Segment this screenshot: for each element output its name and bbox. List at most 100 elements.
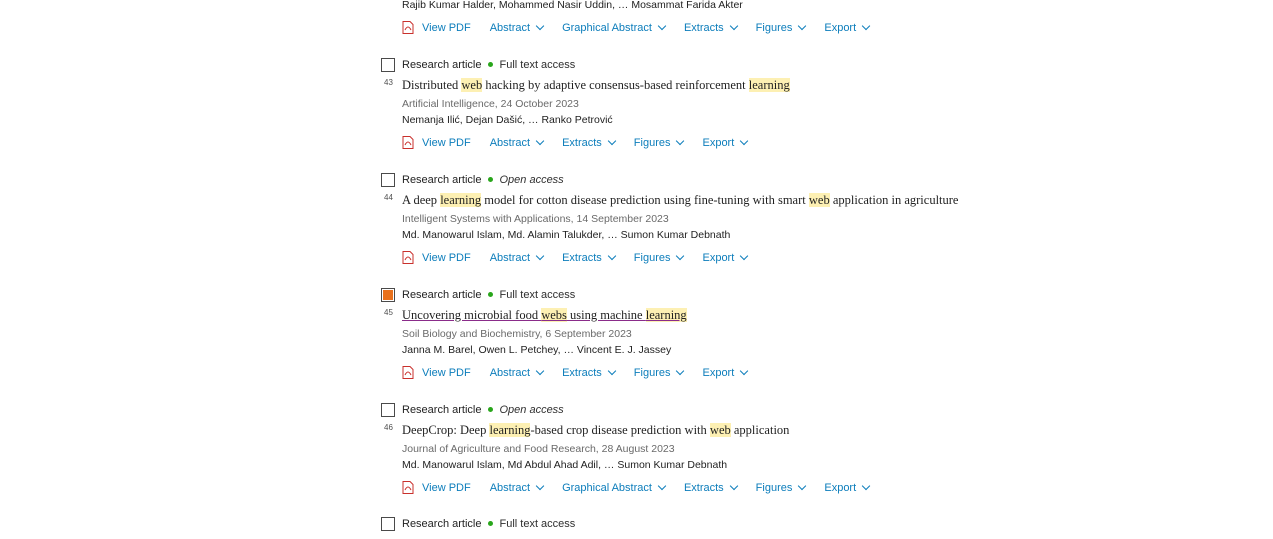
- title-part: Distributed: [402, 78, 462, 92]
- pdf-icon: [402, 21, 414, 34]
- abstract-toggle[interactable]: Abstract: [489, 481, 545, 494]
- extracts-label: Extracts: [683, 481, 724, 494]
- article-type-label: Research article: [402, 59, 482, 71]
- title-highlight: web: [808, 193, 830, 207]
- graphical-abstract-label: Graphical Abstract: [562, 481, 652, 494]
- abstract-toggle[interactable]: Abstract: [489, 251, 545, 264]
- article-title-link[interactable]: A deep learning model for cotton disease…: [402, 193, 958, 208]
- chevron-down-icon: [740, 251, 749, 260]
- access-dot-icon: [488, 62, 494, 68]
- article-title-link[interactable]: DeepCrop: Deep learning-based crop disea…: [402, 423, 789, 438]
- title-part: Uncovering microbial food: [402, 308, 542, 322]
- result-number: 45: [384, 308, 393, 317]
- article-title-link[interactable]: Distributed web hacking by adaptive cons…: [402, 78, 790, 93]
- export-toggle[interactable]: Export: [702, 251, 749, 264]
- journal-info: Soil Biology and Biochemistry, 6 Septemb…: [402, 328, 632, 340]
- figures-toggle[interactable]: Figures: [755, 481, 807, 494]
- chevron-down-icon: [676, 136, 685, 145]
- view-pdf-link[interactable]: View PDF: [402, 251, 471, 264]
- chevron-down-icon: [535, 481, 545, 490]
- chevron-down-icon: [798, 21, 807, 30]
- figures-label: Figures: [755, 481, 793, 494]
- chevron-down-icon: [676, 251, 685, 260]
- view-pdf-link[interactable]: View PDF: [402, 21, 471, 34]
- chevron-down-icon: [607, 251, 617, 260]
- title-highlight: learning: [645, 308, 687, 322]
- access-label: Open access: [499, 174, 564, 186]
- figures-toggle[interactable]: Figures: [755, 21, 807, 34]
- abstract-toggle[interactable]: Abstract: [490, 136, 545, 149]
- figures-toggle[interactable]: Figures: [634, 366, 685, 379]
- title-highlight: web: [709, 423, 731, 437]
- export-toggle[interactable]: Export: [702, 366, 749, 379]
- select-checkbox[interactable]: [381, 403, 395, 417]
- graphical-abstract-toggle[interactable]: Graphical Abstract: [562, 21, 667, 34]
- article-type: Research article Open access: [402, 404, 564, 416]
- extracts-toggle[interactable]: Extracts: [562, 136, 617, 149]
- view-pdf-label: View PDF: [422, 136, 471, 149]
- view-pdf-label: View PDF: [422, 481, 471, 494]
- authors: Janna M. Barel, Owen L. Petchey, … Vince…: [402, 344, 672, 356]
- figures-label: Figures: [633, 136, 671, 149]
- abstract-label: Abstract: [489, 481, 531, 494]
- access-dot-icon: [488, 521, 494, 527]
- article-type: Research article Full text access: [402, 518, 575, 530]
- result-item: 45 Research article Full text access Unco…: [381, 288, 1261, 379]
- access-dot-icon: [488, 292, 494, 298]
- graphical-abstract-label: Graphical Abstract: [562, 21, 652, 34]
- article-type-label: Research article: [402, 289, 482, 301]
- figures-toggle[interactable]: Figures: [633, 136, 685, 149]
- article-type-label: Research article: [402, 174, 482, 186]
- actions-bar: View PDF Abstract Extracts Figures Expor…: [402, 366, 766, 379]
- extracts-label: Extracts: [683, 21, 724, 34]
- export-toggle[interactable]: Export: [702, 136, 749, 149]
- title-part: model for cotton disease prediction usin…: [481, 193, 809, 207]
- export-toggle[interactable]: Export: [824, 21, 871, 34]
- select-checkbox[interactable]: [381, 58, 395, 72]
- title-part: hacking by adaptive consensus-based rein…: [482, 78, 749, 92]
- extracts-toggle[interactable]: Extracts: [683, 21, 738, 34]
- abstract-toggle[interactable]: Abstract: [490, 21, 545, 34]
- result-number: 46: [384, 423, 393, 432]
- result-number: 44: [384, 193, 393, 202]
- result-item: 44 Research article Open access A deep le…: [381, 173, 1261, 264]
- select-checkbox[interactable]: [381, 517, 395, 531]
- export-label: Export: [824, 481, 857, 494]
- figures-label: Figures: [755, 21, 793, 34]
- abstract-label: Abstract: [489, 251, 531, 264]
- export-label: Export: [702, 251, 735, 264]
- result-number: 43: [384, 78, 393, 87]
- figures-label: Figures: [633, 251, 671, 264]
- title-highlight: web: [461, 78, 483, 92]
- article-title-link[interactable]: Uncovering microbial food webs using mac…: [402, 308, 687, 323]
- title-highlight: learning: [489, 423, 531, 437]
- figures-toggle[interactable]: Figures: [633, 251, 685, 264]
- extracts-toggle[interactable]: Extracts: [562, 366, 617, 379]
- chevron-down-icon: [740, 136, 749, 145]
- chevron-down-icon: [798, 481, 807, 490]
- chevron-down-icon: [729, 21, 738, 30]
- pdf-icon: [402, 481, 414, 494]
- access-dot-icon: [488, 177, 494, 183]
- graphical-abstract-toggle[interactable]: Graphical Abstract: [562, 481, 667, 494]
- actions-bar: View PDF Abstract Extracts Figures Expor…: [402, 136, 766, 149]
- chevron-down-icon: [535, 136, 545, 145]
- extracts-toggle[interactable]: Extracts: [683, 481, 738, 494]
- abstract-label: Abstract: [489, 366, 531, 379]
- abstract-toggle[interactable]: Abstract: [489, 366, 545, 379]
- view-pdf-link[interactable]: View PDF: [402, 366, 471, 379]
- export-label: Export: [824, 21, 857, 34]
- article-type: Research article Open access: [402, 174, 564, 186]
- chevron-down-icon: [861, 21, 871, 30]
- chevron-down-icon: [535, 366, 545, 375]
- export-label: Export: [702, 366, 735, 379]
- export-toggle[interactable]: Export: [824, 481, 871, 494]
- access-label: Open access: [499, 404, 564, 416]
- chevron-down-icon: [657, 481, 667, 490]
- journal-info: Journal of Agriculture and Food Research…: [402, 443, 675, 455]
- extracts-toggle[interactable]: Extracts: [562, 251, 617, 264]
- select-checkbox[interactable]: [381, 288, 395, 302]
- view-pdf-link[interactable]: View PDF: [402, 136, 471, 149]
- select-checkbox[interactable]: [381, 173, 395, 187]
- view-pdf-link[interactable]: View PDF: [402, 481, 471, 494]
